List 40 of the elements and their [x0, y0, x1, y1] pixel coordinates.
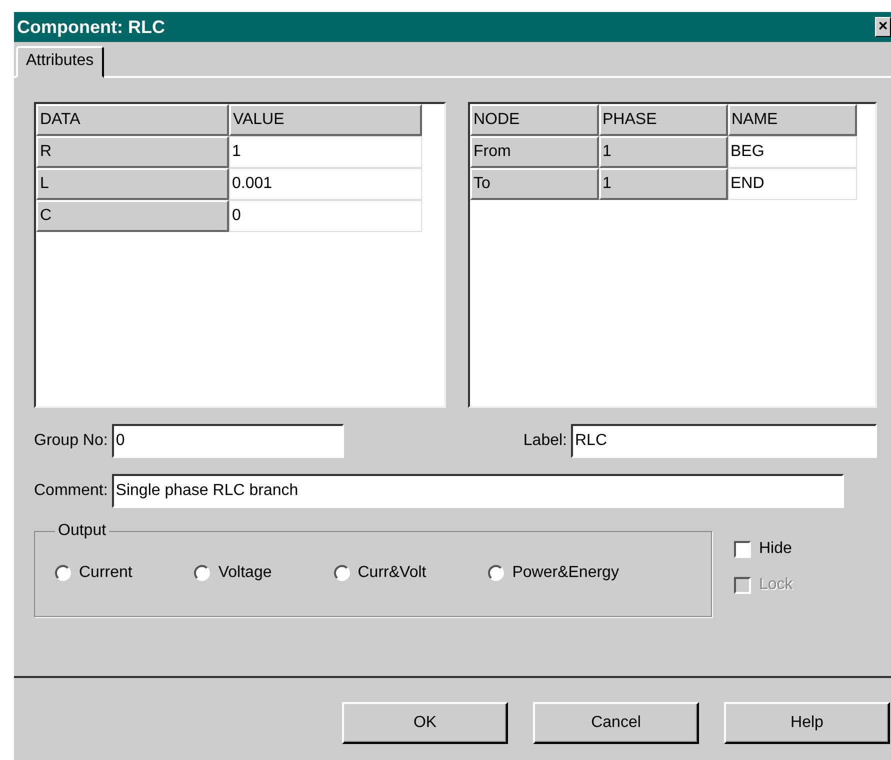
checkbox-option[interactable]: Hide: [734, 540, 793, 558]
radio-option[interactable]: Curr&Volt: [334, 564, 426, 582]
radio-option[interactable]: Power&Energy: [488, 564, 619, 582]
column-header: NODE: [470, 104, 598, 136]
table-cell[interactable]: From: [470, 136, 598, 168]
table-cell[interactable]: END: [728, 168, 856, 200]
radio-button[interactable]: [488, 565, 504, 581]
field-label: Label:: [523, 432, 567, 450]
table-cell[interactable]: L: [36, 168, 229, 200]
table-cell[interactable]: C: [36, 200, 229, 232]
radio-option[interactable]: Current: [55, 564, 132, 582]
column-header: DATA: [36, 104, 229, 136]
table-cell[interactable]: BEG: [728, 136, 856, 168]
table-cell[interactable]: 0: [229, 200, 422, 232]
radio-option[interactable]: Voltage: [194, 564, 272, 582]
field-label: Group No:: [34, 432, 108, 450]
table-cell[interactable]: R: [36, 136, 229, 168]
field-label: Comment:: [34, 482, 108, 500]
tab[interactable]: Attributes: [16, 46, 104, 78]
input-field[interactable]: 0: [112, 424, 344, 458]
radio-button[interactable]: [194, 565, 210, 581]
table-cell[interactable]: 0.001: [229, 168, 422, 200]
radio-button[interactable]: [55, 565, 71, 581]
column-header: NAME: [728, 104, 856, 136]
input-field[interactable]: Single phase RLC branch: [112, 474, 844, 508]
dialog-button[interactable]: Help: [724, 702, 890, 744]
input-field[interactable]: RLC: [571, 424, 877, 458]
table-cell[interactable]: 1: [229, 136, 422, 168]
table-cell[interactable]: 1: [598, 136, 728, 168]
window-title: Component: RLC: [17, 16, 165, 38]
group-title: Output: [57, 522, 108, 540]
close-button[interactable]: ×: [875, 17, 891, 37]
radio-button[interactable]: [334, 565, 350, 581]
dialog-button[interactable]: OK: [342, 702, 508, 744]
checkbox[interactable]: [734, 540, 751, 558]
dialog-button[interactable]: Cancel: [533, 702, 699, 744]
table-cell[interactable]: To: [470, 168, 598, 200]
table-cell[interactable]: 1: [598, 168, 728, 200]
column-header: PHASE: [598, 104, 728, 136]
column-header: VALUE: [229, 104, 422, 136]
